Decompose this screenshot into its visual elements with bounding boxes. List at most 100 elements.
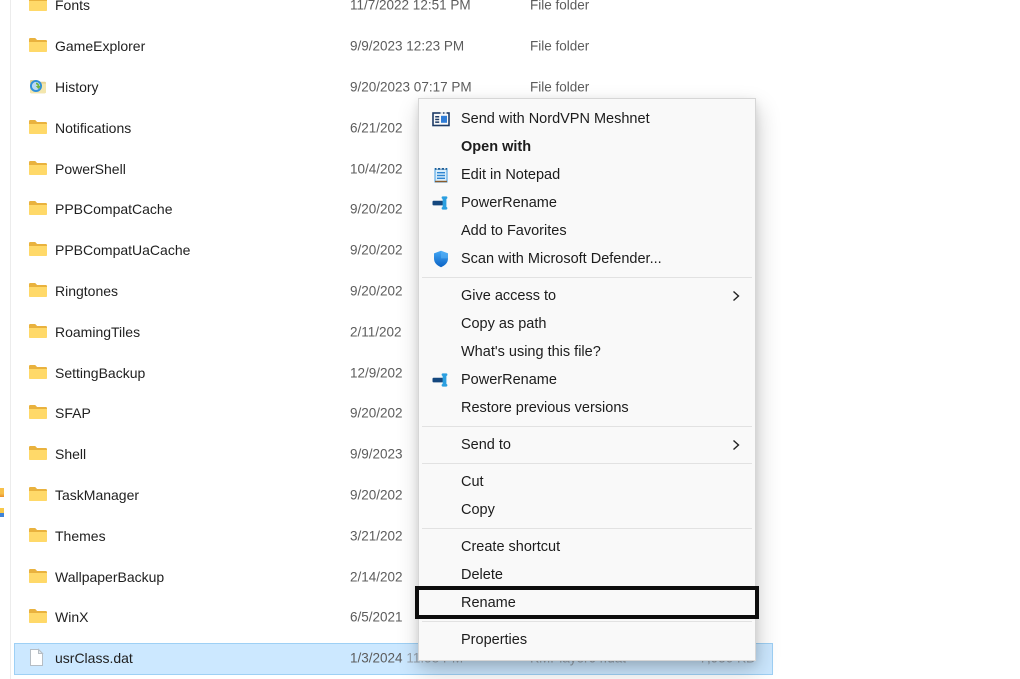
file-name: Ringtones <box>55 283 118 299</box>
menu-item-rename[interactable]: Rename <box>419 589 755 617</box>
menu-item-give-access-to[interactable]: Give access to <box>419 282 755 310</box>
file-name: PPBCompatCache <box>55 201 173 217</box>
date-modified: 9/20/202 <box>350 243 403 258</box>
menu-separator <box>422 277 752 278</box>
file-name: Themes <box>55 528 106 544</box>
menu-item-label: Delete <box>461 567 503 583</box>
menu-item-label: PowerRename <box>461 372 557 388</box>
menu-item-label: PowerRename <box>461 195 557 211</box>
date-modified: 3/21/202 <box>350 528 403 543</box>
powerrename-icon <box>431 370 451 390</box>
menu-item-delete[interactable]: Delete <box>419 561 755 589</box>
file-name: History <box>55 79 99 95</box>
folder-icon <box>28 0 50 15</box>
file-name: SettingBackup <box>55 365 145 381</box>
nav-pane-divider <box>10 0 11 679</box>
file-name: PPBCompatUaCache <box>55 242 190 258</box>
folder-icon <box>28 159 50 179</box>
powerrename-icon <box>431 193 451 213</box>
context-menu: Send with NordVPN Meshnet Open with Edit i… <box>418 98 756 661</box>
date-modified: 9/20/202 <box>350 487 403 502</box>
menu-item-restore-previous-versions[interactable]: Restore previous versions <box>419 394 755 422</box>
date-modified: 2/14/202 <box>350 569 403 584</box>
folder-icon <box>28 118 50 138</box>
menu-item-label: Restore previous versions <box>461 400 629 416</box>
file-name: WinX <box>55 609 88 625</box>
menu-separator <box>422 426 752 427</box>
menu-item-powerrename[interactable]: PowerRename <box>419 189 755 217</box>
menu-separator <box>422 463 752 464</box>
menu-item-what-s-using-this-file[interactable]: What's using this file? <box>419 338 755 366</box>
folder-icon <box>28 322 50 342</box>
chevron-right-icon <box>732 439 740 451</box>
date-modified: 6/5/2021 <box>350 610 403 625</box>
menu-separator <box>422 528 752 529</box>
history-folder-icon <box>28 77 50 97</box>
menu-item-label: Edit in Notepad <box>461 167 560 183</box>
file-name: RoamingTiles <box>55 324 140 340</box>
file-name: Fonts <box>55 0 90 13</box>
menu-item-label: Create shortcut <box>461 539 560 555</box>
date-modified: 9/20/202 <box>350 283 403 298</box>
menu-item-label: Open with <box>461 139 531 155</box>
date-modified: 6/21/202 <box>350 120 403 135</box>
folder-icon <box>28 363 50 383</box>
date-modified: 10/4/202 <box>350 161 403 176</box>
file-name: PowerShell <box>55 161 126 177</box>
date-modified: 9/9/2023 12:23 PM <box>350 39 464 54</box>
menu-item-copy[interactable]: Copy <box>419 496 755 524</box>
file-name: usrClass.dat <box>55 650 133 666</box>
file-row[interactable]: Fonts11/7/2022 12:51 PMFile folder <box>14 0 1014 26</box>
folder-icon <box>28 607 50 627</box>
date-modified: 9/20/202 <box>350 406 403 421</box>
menu-item-add-to-favorites[interactable]: Add to Favorites <box>419 217 755 245</box>
nav-tree-folder-icon <box>0 488 4 497</box>
menu-item-label: Copy as path <box>461 316 546 332</box>
date-modified: 9/20/2023 07:17 PM <box>350 79 472 94</box>
menu-item-label: Send with NordVPN Meshnet <box>461 111 650 127</box>
folder-icon <box>28 281 50 301</box>
explorer-window: Fonts11/7/2022 12:51 PMFile folderGameEx… <box>0 0 1020 679</box>
nordvpn-meshnet-icon <box>431 109 451 129</box>
menu-item-label: Cut <box>461 474 484 490</box>
menu-item-copy-as-path[interactable]: Copy as path <box>419 310 755 338</box>
file-icon <box>28 648 50 668</box>
menu-item-cut[interactable]: Cut <box>419 468 755 496</box>
menu-separator <box>422 621 752 622</box>
chevron-right-icon <box>732 290 740 302</box>
date-modified: 9/9/2023 <box>350 447 403 462</box>
folder-icon <box>28 199 50 219</box>
date-modified: 9/20/202 <box>350 202 403 217</box>
folder-icon <box>28 36 50 56</box>
folder-icon <box>28 526 50 546</box>
menu-item-label: Rename <box>461 595 516 611</box>
menu-item-send-to[interactable]: Send to <box>419 431 755 459</box>
menu-item-label: Properties <box>461 632 527 648</box>
menu-item-label: Add to Favorites <box>461 223 567 239</box>
menu-item-label: Give access to <box>461 288 556 304</box>
menu-item-label: Send to <box>461 437 511 453</box>
file-name: SFAP <box>55 405 91 421</box>
file-type: File folder <box>530 39 589 54</box>
menu-item-scan-with-microsoft-defender[interactable]: Scan with Microsoft Defender... <box>419 245 755 273</box>
menu-item-edit-in-notepad[interactable]: Edit in Notepad <box>419 161 755 189</box>
file-name: Shell <box>55 446 86 462</box>
date-modified: 12/9/202 <box>350 365 403 380</box>
file-name: GameExplorer <box>55 38 145 54</box>
menu-item-powerrename[interactable]: PowerRename <box>419 366 755 394</box>
menu-item-send-with-nordvpn-meshnet[interactable]: Send with NordVPN Meshnet <box>419 105 755 133</box>
folder-icon <box>28 444 50 464</box>
menu-item-properties[interactable]: Properties <box>419 626 755 654</box>
folder-icon <box>28 403 50 423</box>
folder-icon <box>28 240 50 260</box>
notepad-icon <box>431 165 451 185</box>
file-row[interactable]: GameExplorer 9/9/2023 12:23 PM File folder <box>14 26 1014 67</box>
folder-icon <box>28 485 50 505</box>
menu-item-label: What's using this file? <box>461 344 601 360</box>
menu-item-create-shortcut[interactable]: Create shortcut <box>419 533 755 561</box>
menu-item-open-with[interactable]: Open with <box>419 133 755 161</box>
file-type: File folder <box>530 0 589 13</box>
file-type: File folder <box>530 79 589 94</box>
file-name: Notifications <box>55 120 131 136</box>
folder-icon <box>28 567 50 587</box>
